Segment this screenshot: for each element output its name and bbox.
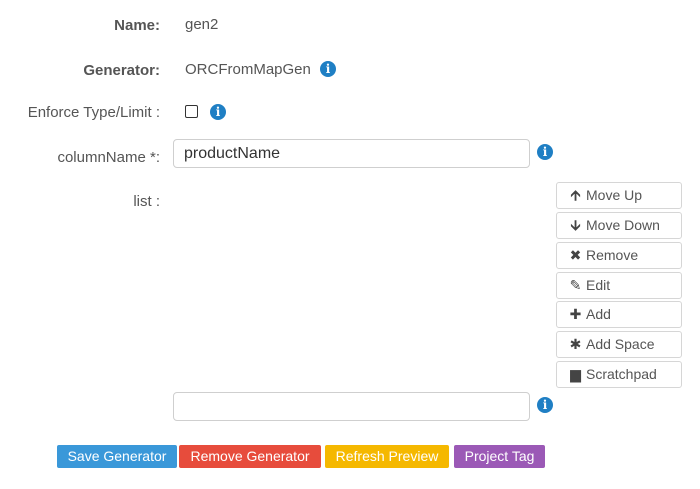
edit-label: Edit	[586, 277, 611, 293]
column-name-label: columnName *:	[57, 149, 160, 166]
plus-icon: ✚	[569, 306, 582, 322]
list-info-icon[interactable]: i	[537, 397, 553, 413]
add-button[interactable]: ✚ Add	[556, 301, 682, 328]
name-value: gen2	[185, 16, 219, 33]
enforce-label: Enforce Type/Limit :	[27, 104, 160, 121]
generator-info-icon[interactable]: i	[320, 61, 336, 77]
add-label: Add	[586, 306, 611, 322]
file-icon: ▆	[570, 366, 581, 382]
project-tag-button[interactable]: Project Tag	[454, 445, 545, 468]
add-space-label: Add Space	[586, 336, 655, 352]
x-icon: ✖	[569, 247, 582, 263]
list-label: list :	[133, 193, 160, 210]
pencil-icon: ✎	[569, 277, 582, 293]
scratchpad-label: Scratchpad	[586, 366, 657, 382]
move-up-label: Move Up	[586, 187, 643, 203]
list-entry-input[interactable]	[173, 392, 530, 421]
generator-value: ORCFromMapGen	[185, 61, 311, 78]
remove-generator-button[interactable]: Remove Generator	[179, 445, 321, 468]
remove-label: Remove	[586, 247, 639, 263]
scratchpad-button[interactable]: ▆ Scratchpad	[556, 361, 682, 388]
arrow-down-icon: 🡫	[570, 217, 581, 233]
generator-label: Generator:	[83, 62, 160, 79]
move-up-button[interactable]: 🡩 Move Up	[556, 182, 682, 209]
remove-button[interactable]: ✖ Remove	[556, 242, 682, 269]
asterisk-icon: ✱	[569, 336, 582, 352]
enforce-checkbox[interactable]	[185, 105, 198, 118]
refresh-preview-button[interactable]: Refresh Preview	[325, 445, 449, 468]
move-down-label: Move Down	[586, 217, 660, 233]
name-label: Name:	[114, 17, 160, 34]
add-space-button[interactable]: ✱ Add Space	[556, 331, 682, 358]
edit-button[interactable]: ✎ Edit	[556, 272, 682, 299]
move-down-button[interactable]: 🡫 Move Down	[556, 212, 682, 239]
column-name-info-icon[interactable]: i	[537, 144, 553, 160]
save-generator-button[interactable]: Save Generator	[57, 445, 177, 468]
arrow-up-icon: 🡩	[570, 187, 581, 203]
column-name-input[interactable]: productName	[173, 139, 530, 168]
enforce-info-icon[interactable]: i	[210, 104, 226, 120]
list-box[interactable]	[173, 183, 530, 383]
